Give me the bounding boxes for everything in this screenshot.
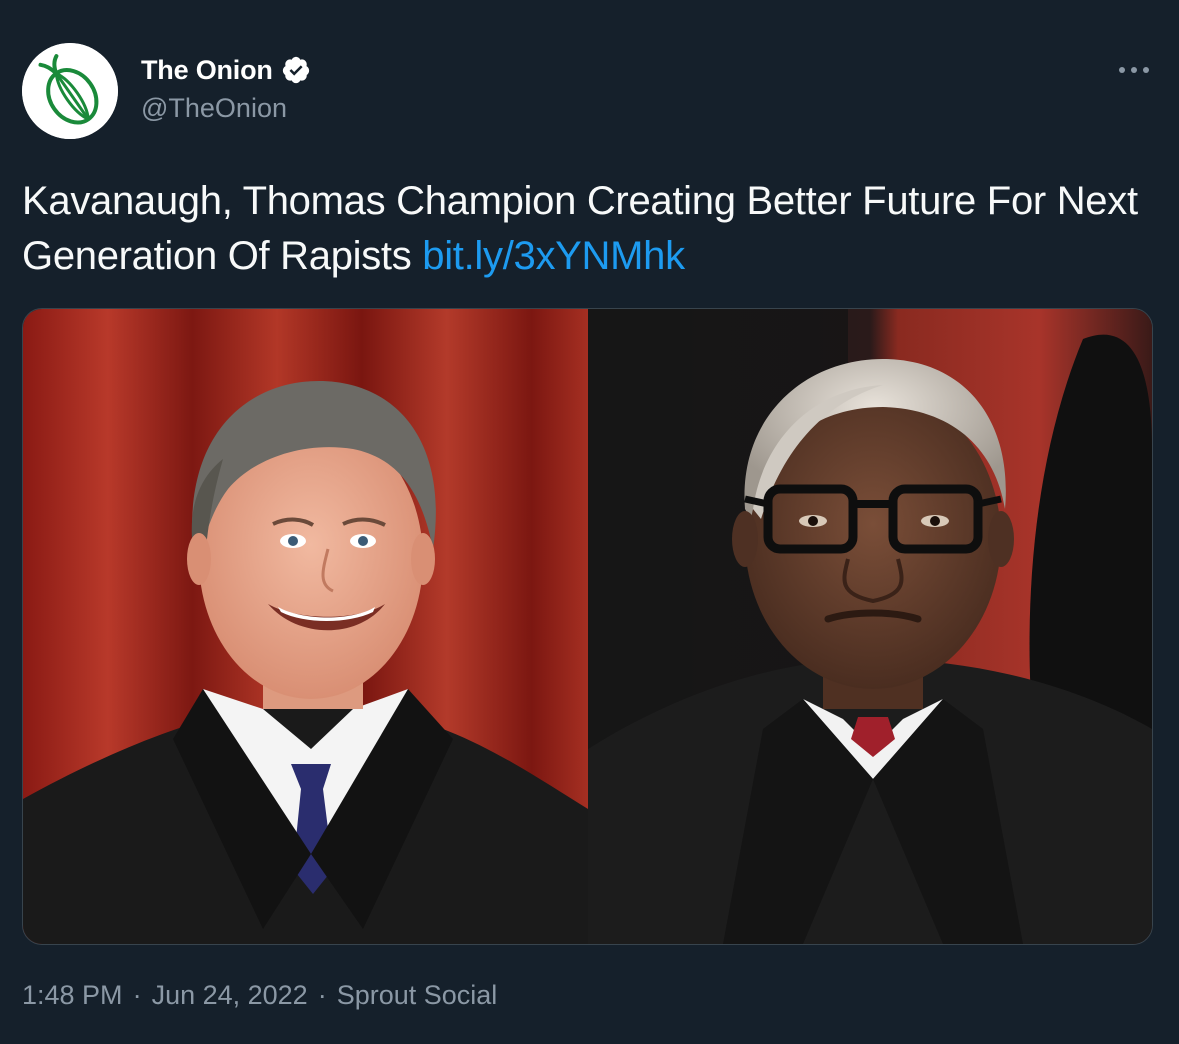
more-options-icon [1119, 67, 1149, 73]
photo-collage [23, 309, 1152, 944]
author-name-row[interactable]: The Onion [141, 52, 311, 88]
avatar[interactable] [22, 43, 118, 139]
meta-separator: · [317, 980, 327, 1010]
tweet-media-photo[interactable] [22, 308, 1153, 945]
tweet-metadata: 1:48 PM · Jun 24, 2022 · Sprout Social [22, 980, 497, 1011]
tweet-text: Kavanaugh, Thomas Champion Creating Bett… [22, 174, 1152, 284]
verified-badge-icon [282, 56, 309, 84]
tweet-link[interactable]: bit.ly/3xYNMhk [422, 234, 685, 278]
tweet-source[interactable]: Sprout Social [337, 980, 498, 1010]
author-handle[interactable]: @TheOnion [141, 93, 287, 124]
display-name[interactable]: The Onion [141, 55, 273, 86]
more-options-button[interactable] [1110, 54, 1158, 86]
tweet-time[interactable]: 1:48 PM [22, 980, 123, 1010]
meta-separator: · [132, 980, 142, 1010]
onion-logo-icon [22, 43, 118, 139]
tweet-date[interactable]: Jun 24, 2022 [152, 980, 308, 1010]
tweet-card: The Onion @TheOnion Kavanaugh, Thomas Ch… [0, 0, 1179, 1044]
